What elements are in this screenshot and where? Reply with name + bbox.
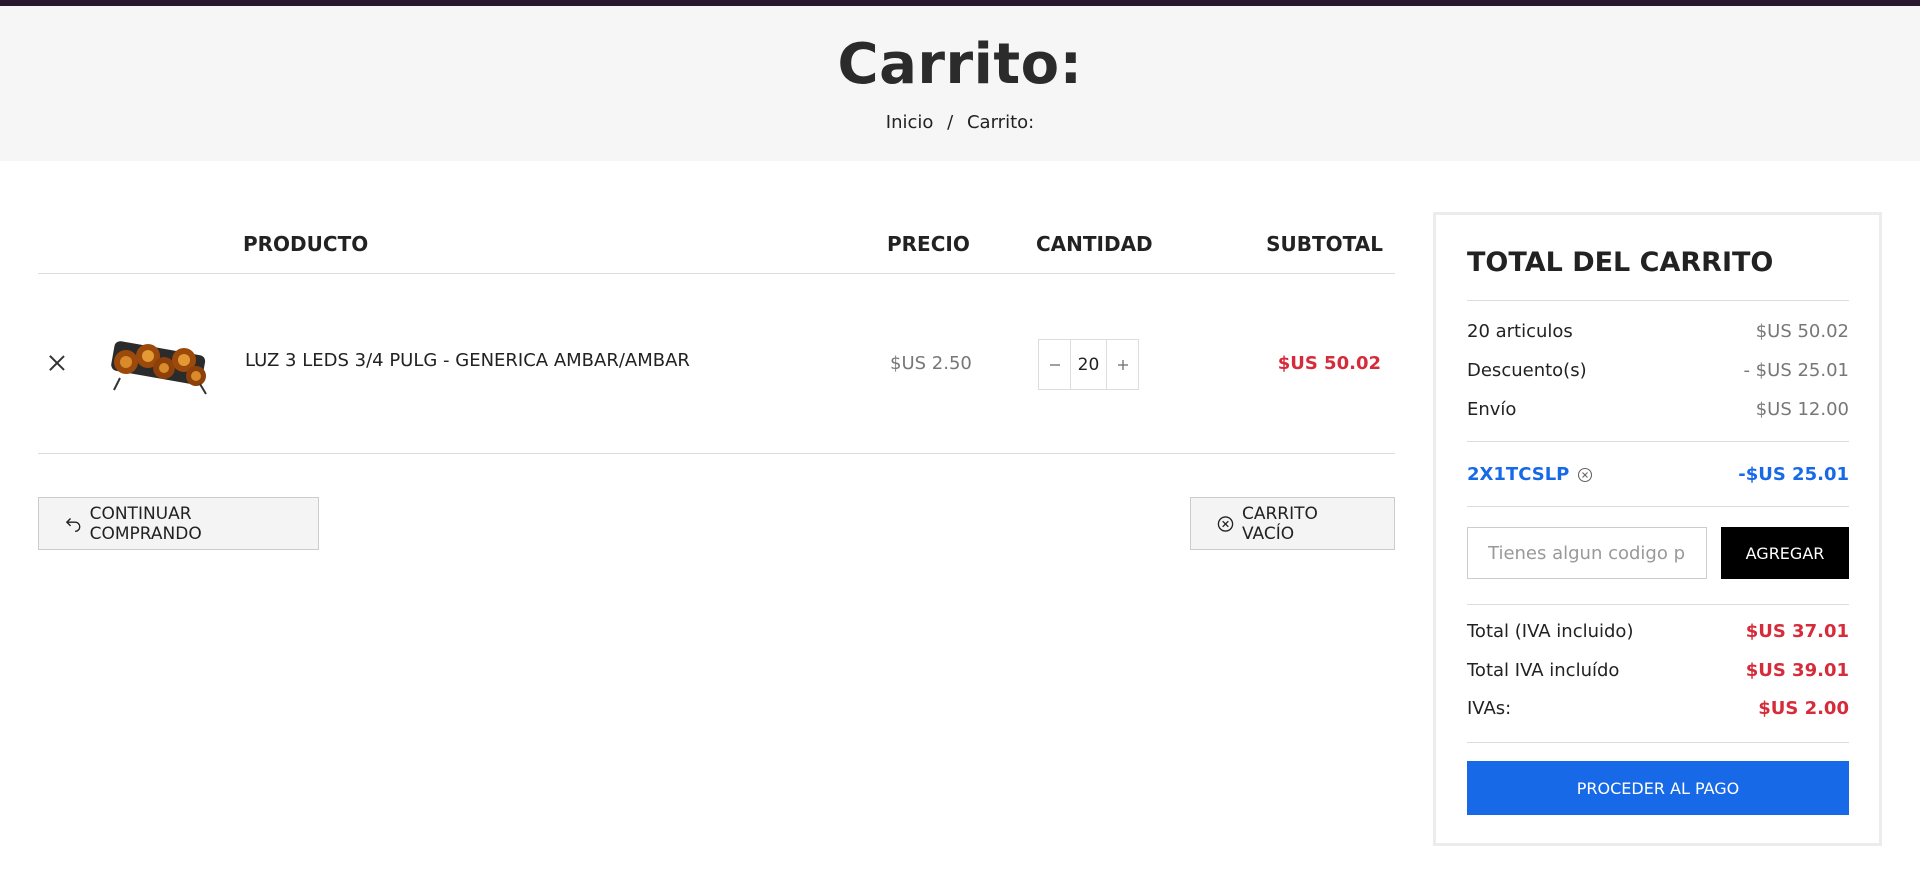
- increase-quantity-button[interactable]: [1107, 340, 1138, 389]
- breadcrumb-current: Carrito:: [966, 112, 1035, 133]
- coupon-code: 2X1TCSLP: [1467, 464, 1570, 485]
- total-label: Total (IVA incluido): [1467, 621, 1634, 642]
- product-thumbnail[interactable]: [108, 334, 212, 396]
- total-vat-label: Total IVA incluído: [1467, 660, 1620, 681]
- column-header-quantity: CANTIDAD: [1036, 232, 1153, 256]
- divider: [1467, 604, 1849, 605]
- plus-icon: [1117, 359, 1128, 370]
- minus-icon: [1049, 363, 1060, 366]
- total-vat-row: Total IVA incluído $US 39.01: [1467, 660, 1849, 681]
- empty-cart-button[interactable]: CARRITO VACÍO: [1190, 497, 1395, 550]
- divider: [1467, 742, 1849, 743]
- quantity-stepper: 20: [1038, 339, 1139, 390]
- column-header-subtotal: SUBTOTAL: [1266, 232, 1383, 256]
- total-value: $US 37.01: [1745, 621, 1849, 642]
- cart-totals-panel: TOTAL DEL CARRITO 20 articulos $US 50.02…: [1433, 212, 1882, 846]
- divider: [1467, 506, 1849, 507]
- cart-table-header: PRODUCTO PRECIO CANTIDAD SUBTOTAL: [38, 220, 1395, 274]
- cart-totals-title: TOTAL DEL CARRITO: [1467, 247, 1774, 278]
- remove-coupon-icon[interactable]: [1577, 467, 1593, 483]
- quantity-input[interactable]: 20: [1070, 340, 1107, 389]
- items-count-value: $US 50.02: [1755, 321, 1849, 342]
- column-header-price: PRECIO: [887, 232, 970, 256]
- discount-row: Descuento(s) - $US 25.01: [1467, 360, 1849, 381]
- breadcrumb: Inicio / Carrito:: [0, 112, 1920, 133]
- total-vat-value: $US 39.01: [1745, 660, 1849, 681]
- items-count-label: 20 articulos: [1467, 321, 1573, 342]
- items-count-row: 20 articulos $US 50.02: [1467, 321, 1849, 342]
- continue-shopping-button[interactable]: CONTINUAR COMPRANDO: [38, 497, 319, 550]
- breadcrumb-separator: /: [947, 112, 954, 133]
- remove-item-icon[interactable]: [46, 352, 68, 374]
- product-price: $US 2.50: [890, 353, 972, 374]
- vat-row: IVAs: $US 2.00: [1467, 698, 1849, 719]
- item-subtotal: $US 50.02: [1277, 353, 1381, 374]
- page-title: Carrito:: [837, 32, 1083, 97]
- return-arrow-icon: [65, 517, 81, 532]
- promo-code-input[interactable]: [1467, 527, 1707, 579]
- divider: [1467, 300, 1849, 301]
- discount-label: Descuento(s): [1467, 360, 1587, 381]
- coupon-discount-value: -$US 25.01: [1738, 464, 1849, 485]
- discount-value: - $US 25.01: [1743, 360, 1849, 381]
- page-header: Carrito: Inicio / Carrito:: [0, 6, 1920, 161]
- breadcrumb-home-link[interactable]: Inicio: [886, 112, 934, 133]
- continue-shopping-label: CONTINUAR COMPRANDO: [89, 503, 202, 544]
- circle-x-icon: [1217, 515, 1234, 532]
- cart-item-row: LUZ 3 LEDS 3/4 PULG - GENERICA AMBAR/AMB…: [38, 274, 1395, 454]
- shipping-label: Envío: [1467, 399, 1517, 420]
- checkout-button[interactable]: PROCEDER AL PAGO: [1467, 761, 1849, 815]
- product-name-link[interactable]: LUZ 3 LEDS 3/4 PULG - GENERICA AMBAR/AMB…: [245, 350, 690, 371]
- decrease-quantity-button[interactable]: [1039, 340, 1070, 389]
- applied-coupon-row: 2X1TCSLP -$US 25.01: [1467, 464, 1849, 485]
- add-coupon-button[interactable]: AGREGAR: [1721, 527, 1849, 579]
- shipping-row: Envío $US 12.00: [1467, 399, 1849, 420]
- column-header-product: PRODUCTO: [243, 232, 369, 256]
- vat-value: $US 2.00: [1758, 698, 1849, 719]
- vat-label: IVAs:: [1467, 698, 1512, 719]
- total-row: Total (IVA incluido) $US 37.01: [1467, 621, 1849, 642]
- empty-cart-label: CARRITO VACÍO: [1242, 503, 1318, 544]
- divider: [1467, 441, 1849, 442]
- shipping-value: $US 12.00: [1755, 399, 1849, 420]
